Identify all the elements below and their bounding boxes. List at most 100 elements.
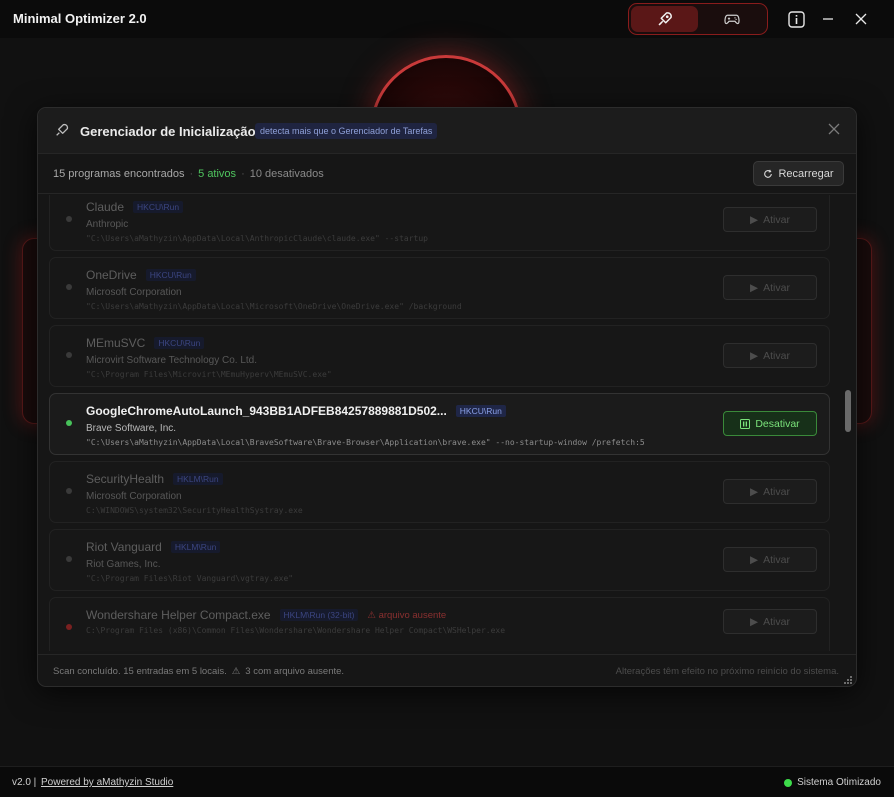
- item-vendor: Riot Games, Inc.: [86, 559, 161, 570]
- mode-toggle: [628, 3, 768, 35]
- registry-location-badge: HKCU\Run: [145, 269, 196, 281]
- status-dot: [66, 216, 72, 222]
- activate-button[interactable]: ▶ Ativar: [723, 343, 817, 368]
- item-vendor: Microsoft Corporation: [86, 287, 182, 298]
- deactivate-button[interactable]: Desativar: [723, 411, 817, 436]
- list-item: Riot Vanguard HKLM\Run Riot Games, Inc. …: [49, 529, 830, 591]
- close-icon: [855, 13, 867, 25]
- item-name: GoogleChromeAutoLaunch_943BB1ADFEB842578…: [86, 404, 447, 418]
- registry-location-badge: HKCU\Run: [133, 201, 184, 213]
- status-bar: v2.0 | Powered by aMathyzin Studio Siste…: [0, 766, 894, 797]
- missing-count: 3 com arquivo ausente.: [245, 666, 345, 677]
- play-icon: ▶: [750, 349, 759, 362]
- item-name-row: MEmuSVC HKCU\Run: [86, 336, 205, 350]
- optimizer-mode-button[interactable]: [631, 6, 698, 32]
- close-button[interactable]: [850, 8, 872, 30]
- activate-button[interactable]: ▶ Ativar: [723, 207, 817, 232]
- scrollbar[interactable]: [845, 198, 853, 648]
- rocket-icon: [657, 12, 672, 26]
- item-path: "C:\Program Files\Microvirt\MEmuHyperv\M…: [86, 370, 332, 379]
- info-button[interactable]: [785, 8, 807, 30]
- item-name-row: Riot Vanguard HKLM\Run: [86, 540, 221, 554]
- startup-list[interactable]: Claude HKCU\Run Anthropic "C:\Users\aMat…: [38, 195, 848, 651]
- dialog-tag: detecta mais que o Gerenciador de Tarefa…: [255, 123, 438, 139]
- activate-button[interactable]: ▶ Ativar: [723, 547, 817, 572]
- item-name: Wondershare Helper Compact.exe: [86, 608, 271, 622]
- item-vendor: Microsoft Corporation: [86, 491, 182, 502]
- dialog-title: Gerenciador de Inicialização: [80, 124, 256, 139]
- item-vendor: Microvirt Software Technology Co. Ltd.: [86, 355, 258, 366]
- registry-location-badge: HKLM\Run (32-bit): [279, 609, 359, 621]
- missing-file-label: arquivo ausente: [378, 609, 447, 621]
- summary-bar: 15 programas encontrados · 5 ativos · 10…: [38, 154, 856, 194]
- item-name: MEmuSVC: [86, 336, 146, 350]
- dialog-footer: Scan concluído. 15 entradas em 5 locais.…: [38, 654, 856, 686]
- scan-summary: Scan concluído. 15 entradas em 5 locais.…: [53, 666, 344, 677]
- list-item: Wondershare Helper Compact.exe HKLM\Run …: [49, 597, 830, 651]
- startup-manager-dialog: Gerenciador de Inicialização detecta mai…: [37, 107, 857, 687]
- play-icon: ▶: [750, 281, 759, 294]
- button-label: Ativar: [763, 213, 790, 226]
- item-name: OneDrive: [86, 268, 137, 282]
- separator: ·: [241, 168, 245, 180]
- item-path: C:\Program Files (x86)\Common Files\Wond…: [86, 626, 506, 635]
- list-item: SecurityHealth HKLM\Run Microsoft Corpor…: [49, 461, 830, 523]
- list-item: GoogleChromeAutoLaunch_943BB1ADFEB842578…: [49, 393, 830, 455]
- list-item: Claude HKCU\Run Anthropic "C:\Users\aMat…: [49, 195, 830, 251]
- item-vendor: Brave Software, Inc.: [86, 423, 177, 434]
- reload-button[interactable]: Recarregar: [753, 161, 844, 186]
- powered-by-link[interactable]: Powered by aMathyzin Studio: [41, 777, 173, 788]
- status-dot: [66, 284, 72, 290]
- active-count: 5 ativos: [198, 168, 237, 180]
- rocket-icon: [56, 123, 69, 136]
- reload-label: Recarregar: [778, 167, 834, 180]
- registry-location-badge: HKCU\Run: [455, 405, 506, 417]
- registry-location-badge: HKLM\Run: [170, 541, 221, 553]
- button-label: Ativar: [763, 553, 790, 566]
- title-bar: Minimal Optimizer 2.0: [0, 0, 894, 38]
- play-icon: ▶: [750, 553, 759, 566]
- missing-file-badge: ⚠ arquivo ausente: [367, 610, 446, 621]
- registry-location-badge: HKLM\Run: [173, 473, 223, 485]
- resize-grip-icon[interactable]: [843, 675, 853, 685]
- game-mode-button[interactable]: [698, 6, 765, 32]
- item-name-row: Claude HKCU\Run: [86, 200, 184, 214]
- pause-icon: [740, 418, 751, 429]
- restart-note: Alterações têm efeito no próximo reiníci…: [615, 666, 839, 677]
- list-item: OneDrive HKCU\Run Microsoft Corporation …: [49, 257, 830, 319]
- status-dot: [66, 488, 72, 494]
- status-dot: [66, 624, 72, 630]
- activate-button[interactable]: ▶ Ativar: [723, 609, 817, 634]
- item-name: Riot Vanguard: [86, 540, 162, 554]
- gamepad-icon: [723, 14, 740, 25]
- play-icon: ▶: [750, 485, 759, 498]
- item-name: Claude: [86, 200, 125, 214]
- button-label: Desativar: [755, 417, 800, 430]
- scrollbar-thumb[interactable]: [845, 389, 851, 432]
- item-name-row: GoogleChromeAutoLaunch_943BB1ADFEB842578…: [86, 404, 506, 418]
- activate-button[interactable]: ▶ Ativar: [723, 275, 817, 300]
- activate-button[interactable]: ▶ Ativar: [723, 479, 817, 504]
- status-dot: [66, 352, 72, 358]
- dialog-header: Gerenciador de Inicialização detecta mai…: [38, 108, 856, 154]
- item-vendor: Anthropic: [86, 219, 129, 230]
- status-dot: [66, 420, 72, 426]
- item-path: C:\WINDOWS\system32\SecurityHealthSystra…: [86, 506, 303, 515]
- item-name-row: Wondershare Helper Compact.exe HKLM\Run …: [86, 608, 446, 622]
- close-icon[interactable]: [828, 123, 840, 135]
- button-label: Ativar: [763, 615, 790, 628]
- button-label: Ativar: [763, 349, 790, 362]
- status-indicator: [784, 778, 793, 787]
- version-label: v2.0 |: [12, 777, 37, 788]
- summary-text: 15 programas encontrados · 5 ativos · 10…: [53, 168, 324, 180]
- item-name-row: SecurityHealth HKLM\Run: [86, 472, 223, 486]
- system-status-label: Sistema Otimizado: [797, 777, 881, 788]
- scan-result: Scan concluído. 15 entradas em 5 locais.: [53, 666, 227, 677]
- status-dot: [66, 556, 72, 562]
- system-status: Sistema Otimizado: [784, 777, 881, 788]
- minimize-button[interactable]: [817, 8, 839, 30]
- inactive-count: 10 desativados: [249, 168, 324, 180]
- item-path: "C:\Program Files\Riot Vanguard\vgtray.e…: [86, 574, 294, 583]
- item-path: "C:\Users\aMathyzin\AppData\Local\BraveS…: [86, 438, 645, 447]
- registry-location-badge: HKCU\Run: [154, 337, 205, 349]
